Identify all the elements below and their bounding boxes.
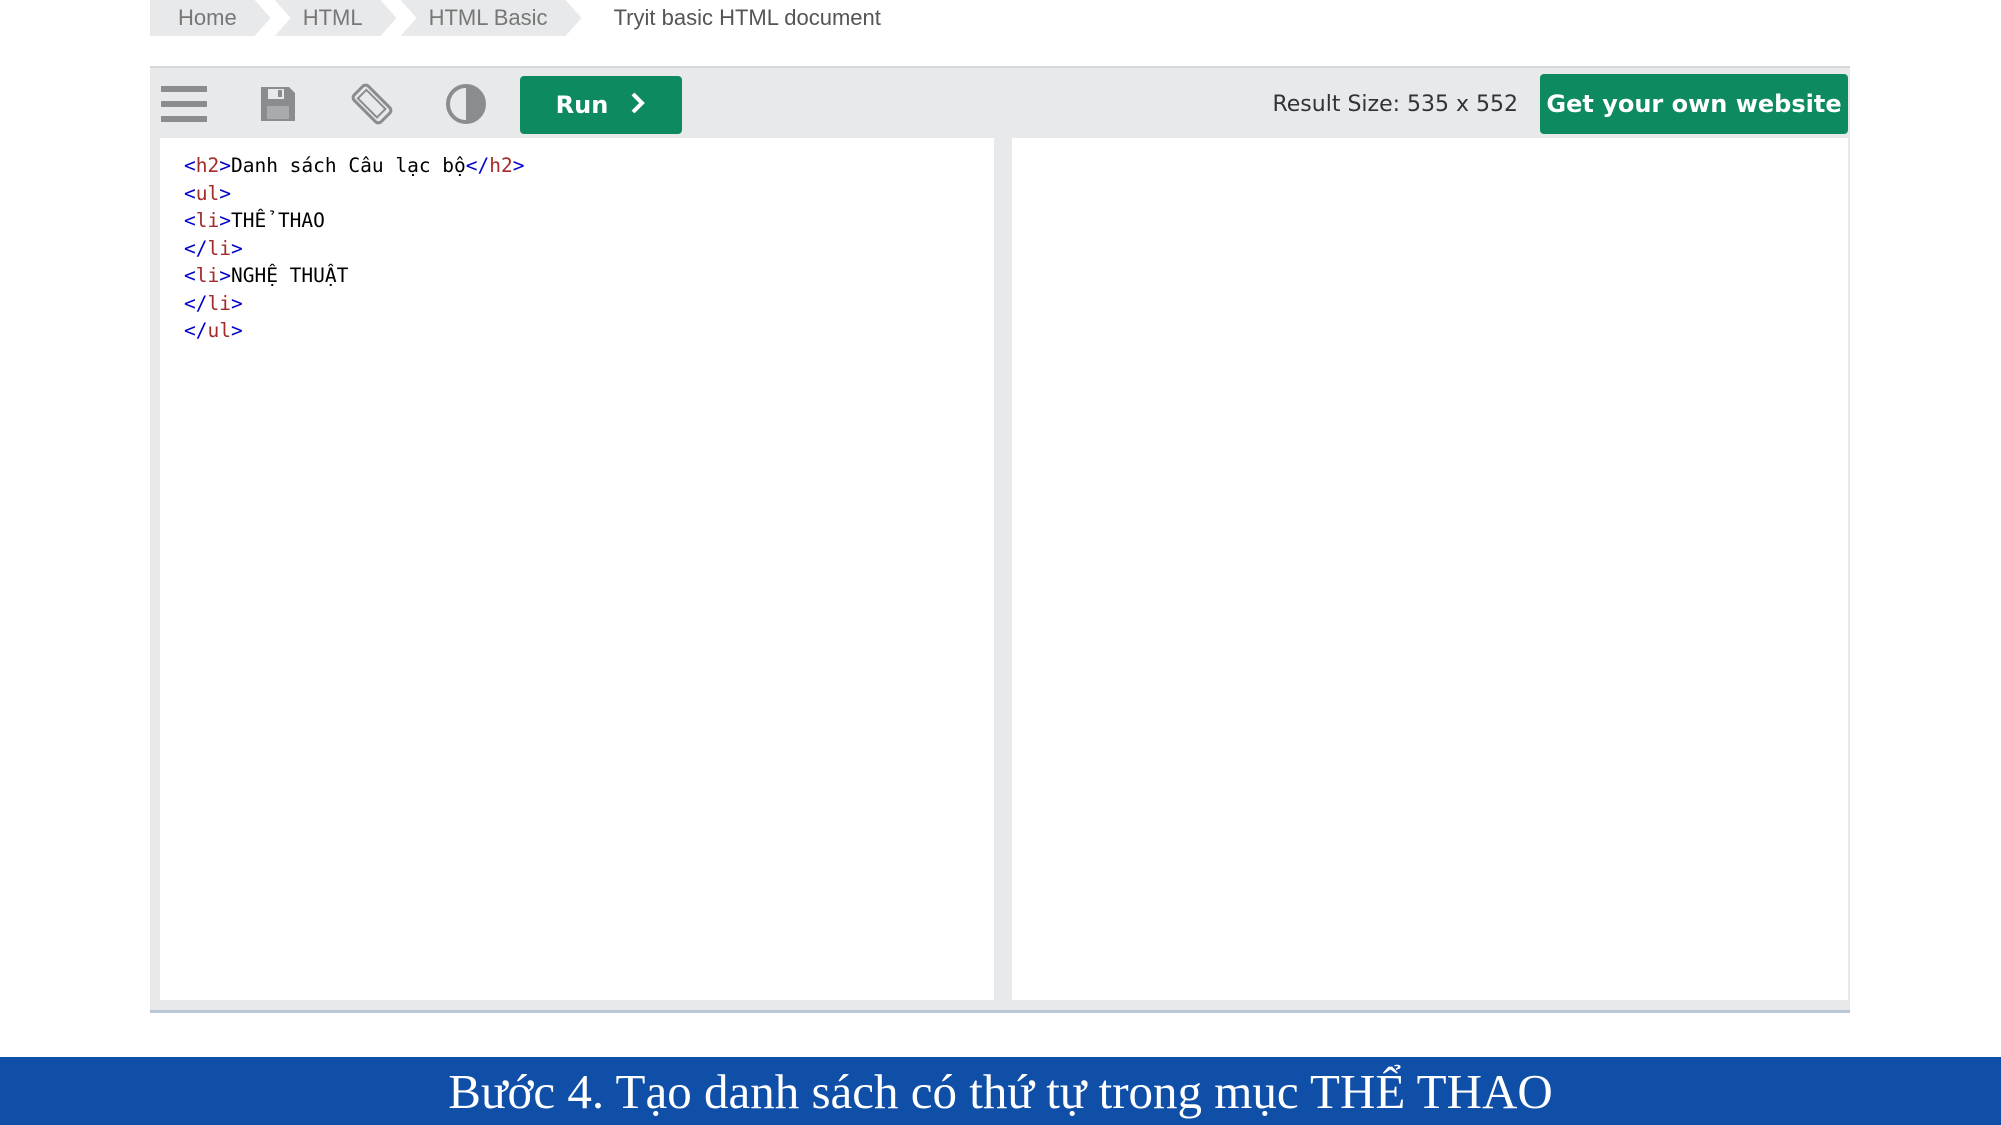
breadcrumb-current: Tryit basic HTML document	[613, 5, 881, 30]
breadcrumb-home[interactable]: Home	[150, 0, 271, 36]
result-size-text: Result Size: 535 x 552	[1272, 92, 1518, 117]
slide-caption-bar: Bước 4. Tạo danh sách có thứ tự trong mụ…	[0, 1057, 2001, 1125]
chevron-right-icon	[630, 91, 646, 120]
floppy-disk-save-icon[interactable]	[254, 80, 302, 128]
tryit-toolbar: Run Result Size: 535 x 552 Get your own …	[150, 66, 1850, 140]
breadcrumb-html[interactable]: HTML	[275, 0, 397, 36]
contrast-theme-icon[interactable]	[442, 80, 490, 128]
run-button[interactable]: Run	[520, 76, 682, 134]
editor-result-container: <h2>Danh sách Câu lạc bộ</h2> <ul> <li>T…	[150, 138, 1850, 1013]
slide-caption-text: Bước 4. Tạo danh sách có thứ tự trong mụ…	[448, 1063, 1553, 1119]
code-line: <li>NGHỆ THUẬT	[184, 264, 349, 287]
code-content[interactable]: <h2>Danh sách Câu lạc bộ</h2> <ul> <li>T…	[160, 138, 994, 345]
code-line: <h2>Danh sách Câu lạc bộ</h2>	[184, 154, 525, 177]
get-your-own-website-button[interactable]: Get your own website	[1540, 74, 1848, 134]
hamburger-menu-icon[interactable]	[160, 80, 208, 128]
result-preview-pane[interactable]	[1012, 138, 1848, 1000]
breadcrumb-html-basic[interactable]: HTML Basic	[401, 0, 582, 36]
code-editor[interactable]: <h2>Danh sách Câu lạc bộ</h2> <ul> <li>T…	[160, 138, 994, 1000]
breadcrumb: Home HTML HTML Basic Tryit basic HTML do…	[150, 0, 1850, 58]
code-line: </li>	[184, 236, 243, 260]
code-line: </ul>	[184, 319, 243, 342]
code-line: </li>	[184, 291, 243, 315]
run-label: Run	[555, 91, 609, 119]
code-line: <ul>	[184, 181, 231, 205]
rotate-layout-icon[interactable]	[348, 80, 396, 128]
code-line: <li>THỂ THAO	[184, 209, 325, 232]
